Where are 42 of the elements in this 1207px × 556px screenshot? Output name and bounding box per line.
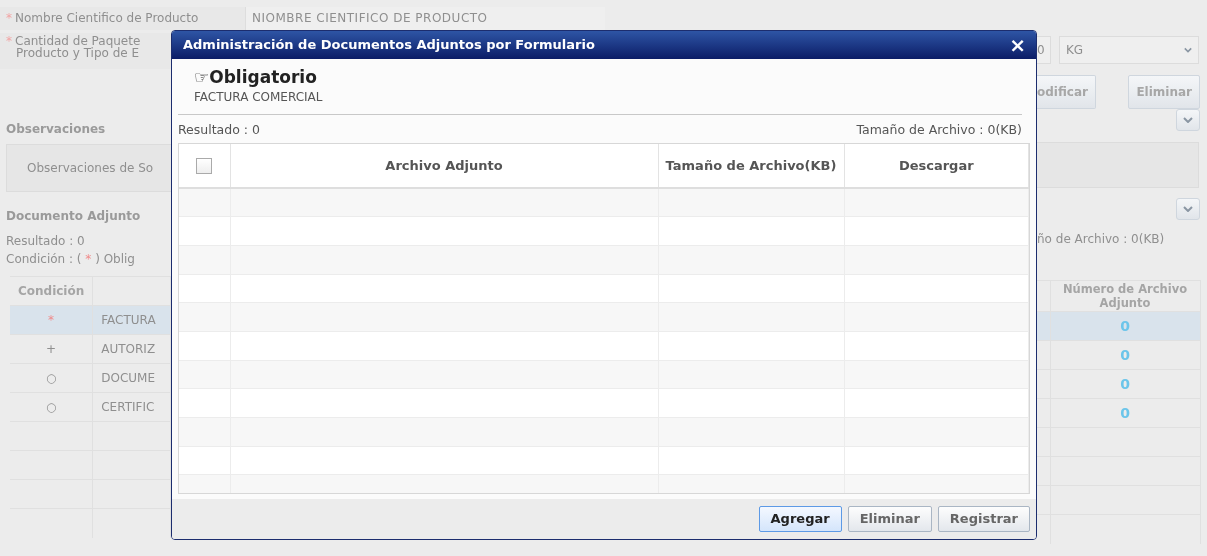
chevron-icon [1183,206,1193,212]
field-label: * Nombre Cientifico de Producto [0,7,245,30]
form-button[interactable]: Eliminar [1128,75,1200,109]
document-name: DOCUME [101,371,156,385]
unit-select[interactable]: KG [1059,36,1199,64]
dialog-button[interactable]: Registrar [937,506,1030,532]
result-text: Resultado : 0 [5,233,86,250]
dialog-heading: ☞Obligatorio [193,66,318,88]
form-button[interactable]: odificar [1037,75,1096,109]
document-name: AUTORIZ [101,342,156,356]
observations-field[interactable]: Observaciones de So [6,144,171,192]
document-name: CERTIFIC [101,400,155,414]
document-name: FACTURA [101,313,156,327]
column-header: Número de Archivo Adjunto [1050,280,1200,312]
section-title: Observaciones [5,121,107,138]
field-label: * Cantidad de Paquete Producto y Tipo de E [0,33,171,69]
attachment-count[interactable]: 0 [1120,346,1130,363]
result-text: Resultado : 0 [178,121,260,139]
document-type: FACTURA COMERCIAL [193,89,324,106]
condition-mark: ○ [45,371,57,385]
collapse-button[interactable] [1176,198,1200,220]
dialog-button[interactable]: Agregar [758,506,842,532]
dialog-button[interactable]: Eliminar [847,506,932,532]
dialog-title: Administración de Documentos Adjuntos por Formulario [183,36,595,55]
number-field[interactable]: 0 [1037,36,1051,64]
observations-field[interactable] [1037,142,1199,188]
condition-mark: ○ [45,400,57,414]
column-header: Condición [10,276,93,306]
condition-mark: + [46,342,57,356]
collapse-button[interactable] [1176,109,1200,131]
caret-icon [1184,47,1192,53]
select-all-checkbox[interactable] [196,158,213,175]
attachment-count[interactable]: 0 [1120,317,1130,334]
section-title: Documento Adjunto [5,208,142,225]
file-size-text: ño de Archivo : 0(KB) [1037,231,1166,248]
condition-legend: Condición : ( * ) Oblig [0,250,171,268]
chevron-icon [1183,117,1193,123]
close-button[interactable]: × [1007,35,1028,55]
file-size-text: Tamaño de Archivo : 0(KB) [856,121,1022,139]
condition-mark: * [48,313,55,327]
attachment-count[interactable]: 0 [1120,375,1130,392]
attachment-count[interactable]: 0 [1120,404,1130,421]
